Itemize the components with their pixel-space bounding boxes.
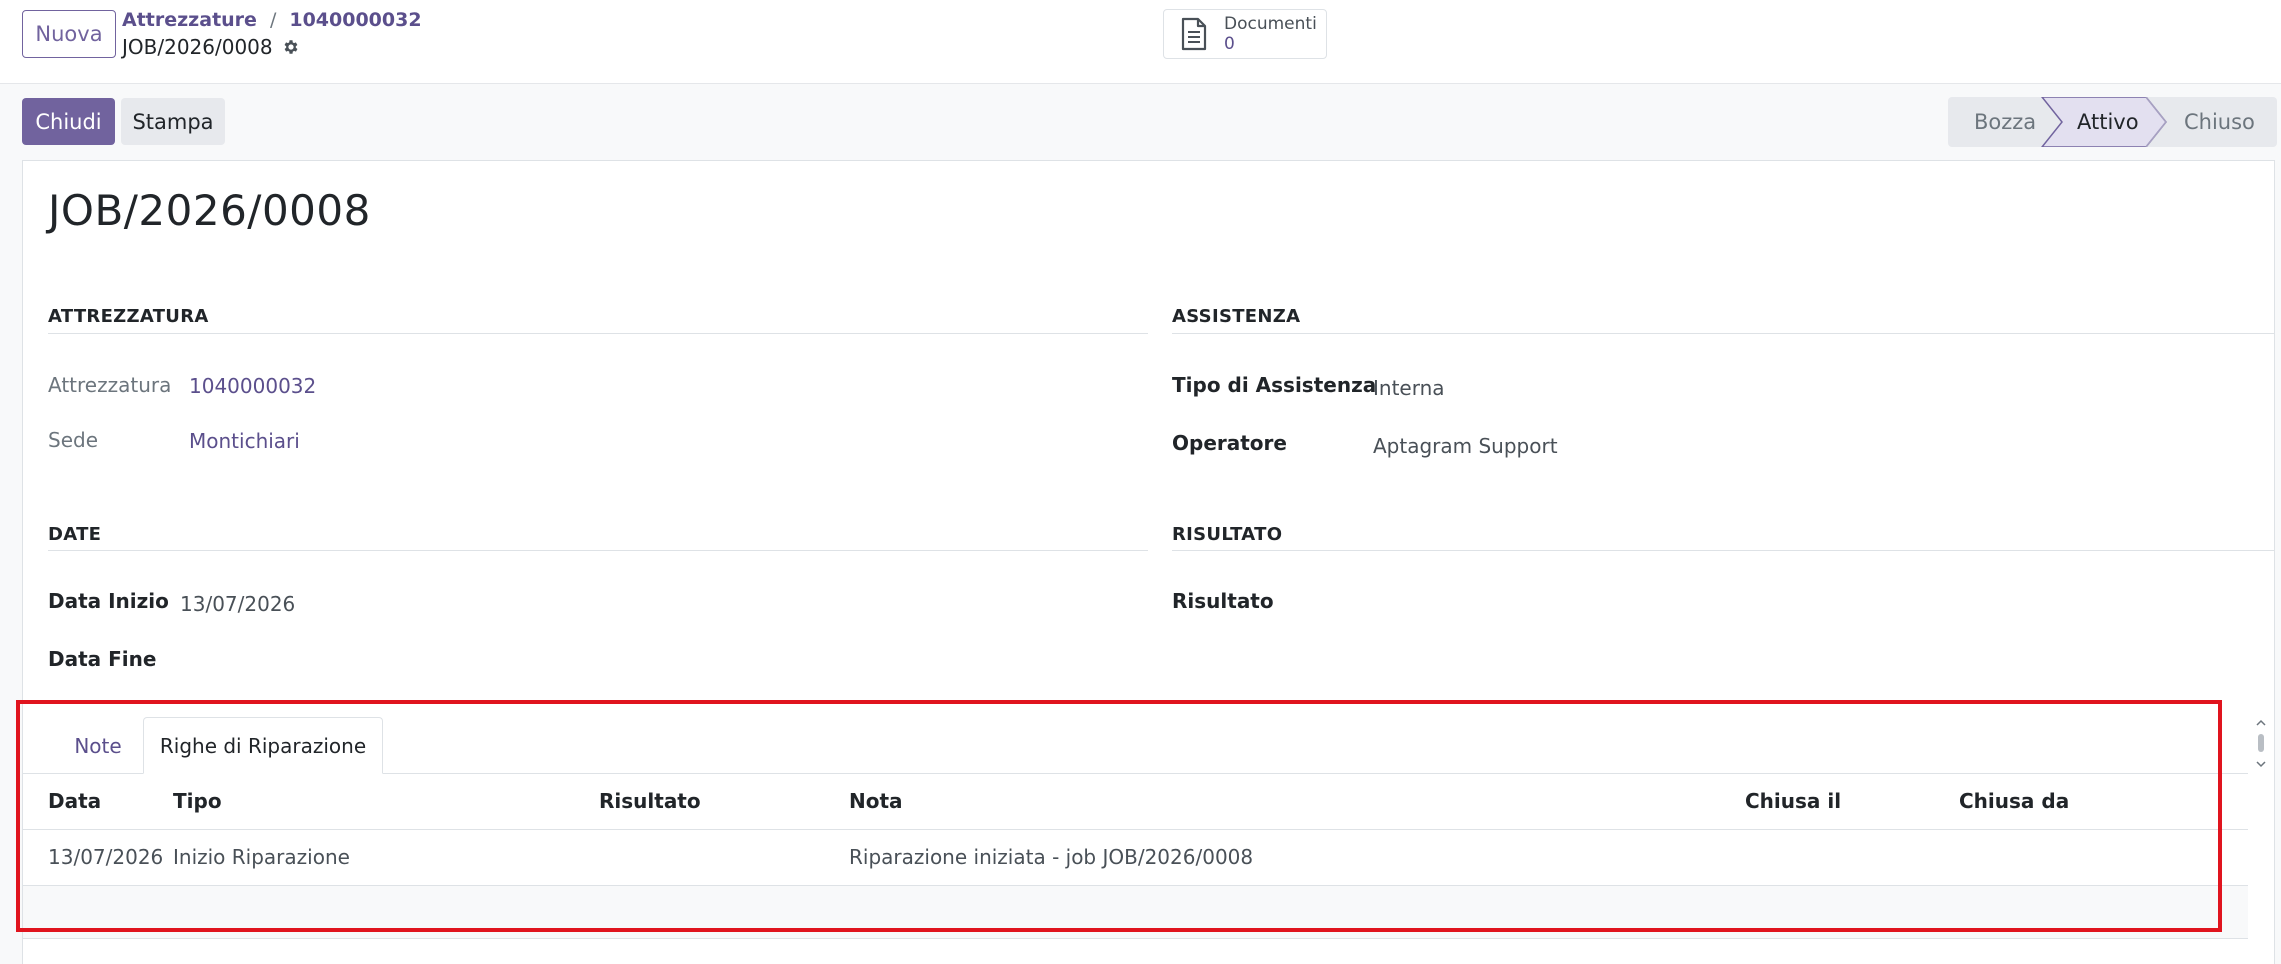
document-icon (1181, 17, 1207, 51)
label-attrezzatura: Attrezzatura (48, 373, 172, 397)
column-header-tipo[interactable]: Tipo (173, 789, 222, 813)
cell-tipo: Inizio Riparazione (173, 845, 350, 869)
breadcrumb-attrezzature[interactable]: Attrezzature (122, 9, 257, 31)
column-header-nota[interactable]: Nota (849, 789, 903, 813)
new-button[interactable]: Nuova (22, 10, 116, 58)
group-title-attrezzatura: ATTREZZATURA (48, 306, 209, 327)
record-name-text: JOB/2026/0008 (122, 35, 273, 59)
column-header-chiusa-il[interactable]: Chiusa il (1745, 789, 1841, 813)
tab-righe-riparazione[interactable]: Righe di Riparazione (143, 717, 383, 774)
group-divider (48, 333, 1148, 334)
status-step-attivo[interactable]: Attivo (2077, 97, 2139, 147)
scroll-thumb[interactable] (2258, 734, 2264, 752)
field-operatore[interactable]: Aptagram Support (1373, 434, 1558, 458)
label-data-inizio: Data Inizio (48, 589, 169, 613)
gear-icon[interactable] (282, 38, 300, 56)
field-tipo-assistenza[interactable]: Interna (1373, 376, 1445, 400)
label-tipo-assistenza: Tipo di Assistenza (1172, 373, 1377, 397)
header-divider (23, 829, 2248, 830)
label-data-fine: Data Fine (48, 647, 157, 671)
documents-count: 0 (1224, 34, 1235, 54)
group-divider (1172, 550, 2274, 551)
field-data-inizio[interactable]: 13/07/2026 (180, 592, 295, 616)
breadcrumb-equipment[interactable]: 1040000032 (289, 9, 421, 31)
close-button[interactable]: Chiudi (22, 98, 115, 145)
cell-nota: Riparazione iniziata - job JOB/2026/0008 (849, 845, 1254, 869)
label-risultato: Risultato (1172, 589, 1274, 613)
column-header-risultato[interactable]: Risultato (599, 789, 701, 813)
column-header-data[interactable]: Data (48, 789, 101, 813)
group-title-date: DATE (48, 524, 102, 545)
scroll-up-icon[interactable] (2256, 719, 2266, 726)
field-sede[interactable]: Montichiari (189, 429, 300, 453)
cell-data: 13/07/2026 (48, 845, 164, 869)
documents-label: Documenti (1224, 14, 1317, 34)
group-divider (1172, 333, 2274, 334)
group-title-assistenza: ASSISTENZA (1172, 306, 1301, 327)
tab-note[interactable]: Note (48, 717, 148, 774)
group-divider (48, 550, 1148, 551)
breadcrumb-separator: / (269, 9, 277, 31)
label-sede: Sede (48, 428, 98, 452)
breadcrumb: Attrezzature / 1040000032 (122, 9, 422, 31)
control-panel: Nuova Attrezzature / 1040000032 JOB/2026… (0, 0, 2281, 84)
print-button[interactable]: Stampa (121, 98, 225, 145)
column-header-chiusa-da[interactable]: Chiusa da (1959, 789, 2069, 813)
page-title: JOB/2026/0008 (48, 186, 371, 235)
scroll-down-icon[interactable] (2256, 761, 2266, 768)
status-step-chiuso[interactable]: Chiuso (2184, 97, 2255, 147)
documents-button[interactable]: Documenti 0 (1163, 9, 1327, 59)
form-sheet: JOB/2026/0008 ATTREZZATURA Attrezzatura … (22, 160, 2275, 964)
table-footer (23, 886, 2248, 939)
record-name: JOB/2026/0008 (122, 35, 300, 59)
scrollbar[interactable] (2254, 716, 2268, 772)
group-title-risultato: RISULTATO (1172, 524, 1283, 545)
status-bar: Bozza Attivo Chiuso (1948, 97, 2277, 147)
field-attrezzatura[interactable]: 1040000032 (189, 374, 316, 398)
label-operatore: Operatore (1172, 431, 1287, 455)
status-step-bozza[interactable]: Bozza (1974, 97, 2036, 147)
